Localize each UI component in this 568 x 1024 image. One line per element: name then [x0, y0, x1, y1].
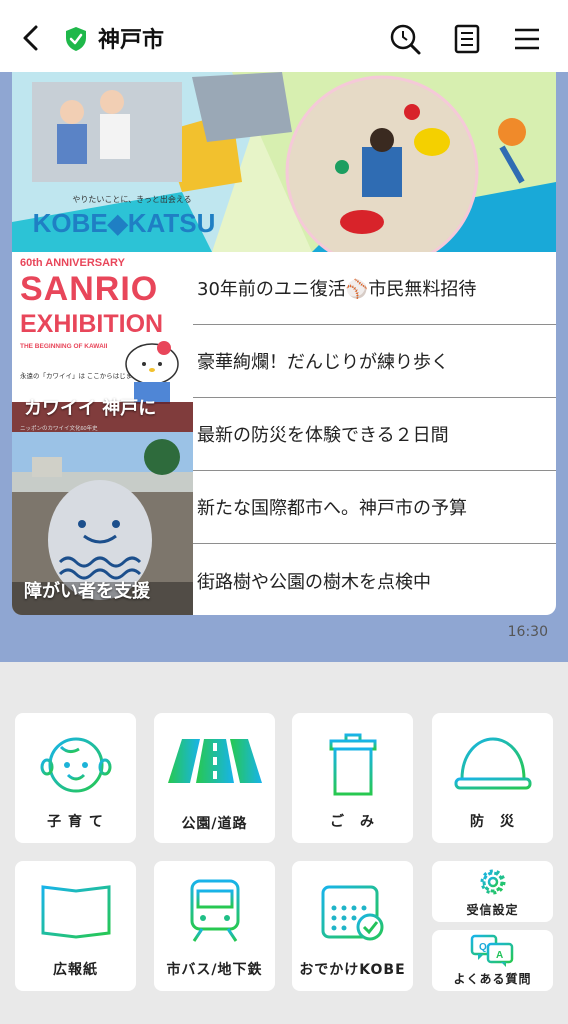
- menu-item-label: 公園/道路: [181, 816, 248, 832]
- message-timestamp: 16:30: [507, 624, 548, 640]
- menu-item-odekake-kobe[interactable]: おでかけKOBE: [292, 861, 413, 991]
- chat-area: やりたいことに、きっと出会える KOBE◆KATSU 60th ANNIVERS…: [0, 72, 568, 662]
- train-icon: [190, 879, 240, 942]
- banner-tagline: やりたいことに、きっと出会える: [72, 194, 191, 204]
- menu-item-label: 広報紙: [53, 962, 98, 978]
- app-header: 神戸市: [0, 0, 568, 72]
- menu-item-label: ご み: [330, 814, 375, 830]
- article-row[interactable]: 最新の防災を体験できる２日間: [193, 398, 556, 471]
- newspaper-icon: [41, 885, 111, 939]
- poster-title-3: EXHIBITION: [20, 310, 163, 338]
- menu-item-label: 子 育 て: [47, 814, 104, 830]
- shield-check-icon: [66, 27, 86, 51]
- menu-item-label: よくある質問: [453, 972, 532, 986]
- menu-item-childcare[interactable]: 子 育 て: [15, 713, 136, 843]
- poster-title-2: SANRIO: [20, 270, 158, 308]
- svg-text:Q: Q: [479, 942, 487, 953]
- menu-item-notification-settings[interactable]: 受信設定: [432, 861, 553, 922]
- article-title: 新たな国際都市へ。神戸市の予算: [197, 498, 467, 519]
- poster-foot: ニッポンのカワイイ文化60年史: [20, 424, 98, 432]
- rich-menu: 子 育 て 公園/道路 ご み 防 災 広報紙 市バス/地下鉄 おでかけKOBE…: [0, 662, 568, 1024]
- news-card: やりたいことに、きっと出会える KOBE◆KATSU 60th ANNIVERS…: [12, 72, 556, 615]
- article-row[interactable]: 豪華絢爛！だんじりが練り歩く: [193, 325, 556, 398]
- menu-item-label: 受信設定: [466, 903, 519, 917]
- thumbnail-caption: 障がい者を支援: [24, 581, 150, 602]
- notes-icon[interactable]: [450, 22, 484, 56]
- menu-item-label: 市バス/地下鉄: [166, 962, 263, 978]
- road-icon: [168, 739, 262, 783]
- poster-note: 永遠の「カワイイ」は ここからはじまった: [20, 371, 145, 380]
- banner-logo-text: KOBE◆KATSU: [33, 208, 216, 238]
- article-title: 街路樹や公園の樹木を点検中: [197, 571, 431, 593]
- menu-item-disaster[interactable]: 防 災: [432, 713, 553, 843]
- banner-illustration: やりたいことに、きっと出会える KOBE◆KATSU: [12, 72, 556, 252]
- article-row[interactable]: 街路樹や公園の樹木を点検中: [193, 544, 556, 615]
- article-row[interactable]: 新たな国際都市へ。神戸市の予算: [193, 471, 556, 544]
- article-title: 最新の防災を体験できる２日間: [197, 425, 449, 446]
- menu-item-garbage[interactable]: ご み: [292, 713, 413, 843]
- menu-item-newsletter[interactable]: 広報紙: [15, 861, 136, 991]
- svg-text:A: A: [496, 950, 503, 961]
- qa-bubble-icon: Q A: [470, 934, 514, 967]
- thumbnail-caption: カワイイ 神戸に: [24, 398, 157, 419]
- search-icon[interactable]: [388, 22, 422, 56]
- page-title: 神戸市: [98, 28, 165, 53]
- sanrio-thumbnail[interactable]: 60th ANNIVERSARY SANRIO EXHIBITION THE B…: [12, 252, 193, 432]
- mascot-thumbnail[interactable]: 障がい者を支援: [12, 432, 193, 615]
- menu-icon[interactable]: [510, 22, 544, 56]
- poster-subtitle: THE BEGINNING OF KAWAII: [20, 343, 108, 350]
- article-title: 30年前のユニ復活⚾市民無料招待: [197, 279, 477, 300]
- trash-can-icon: [329, 733, 377, 796]
- menu-item-label: 防 災: [470, 814, 515, 830]
- article-row[interactable]: 30年前のユニ復活⚾市民無料招待: [193, 252, 556, 325]
- gear-icon: [480, 869, 506, 895]
- menu-item-bus-subway[interactable]: 市バス/地下鉄: [154, 861, 275, 991]
- menu-item-park-road[interactable]: 公園/道路: [154, 713, 275, 843]
- chevron-left-icon[interactable]: [18, 24, 46, 52]
- article-title: 豪華絢爛！だんじりが練り歩く: [197, 352, 449, 373]
- calendar-check-icon: [321, 881, 384, 941]
- kobe-katsu-banner[interactable]: やりたいことに、きっと出会える KOBE◆KATSU: [12, 72, 556, 252]
- menu-item-label: おでかけKOBE: [299, 962, 406, 978]
- baby-face-icon: [40, 737, 112, 793]
- poster-title-1: 60th ANNIVERSARY: [20, 257, 126, 269]
- helmet-icon: [454, 737, 532, 790]
- menu-item-faq[interactable]: Q A よくある質問: [432, 930, 553, 991]
